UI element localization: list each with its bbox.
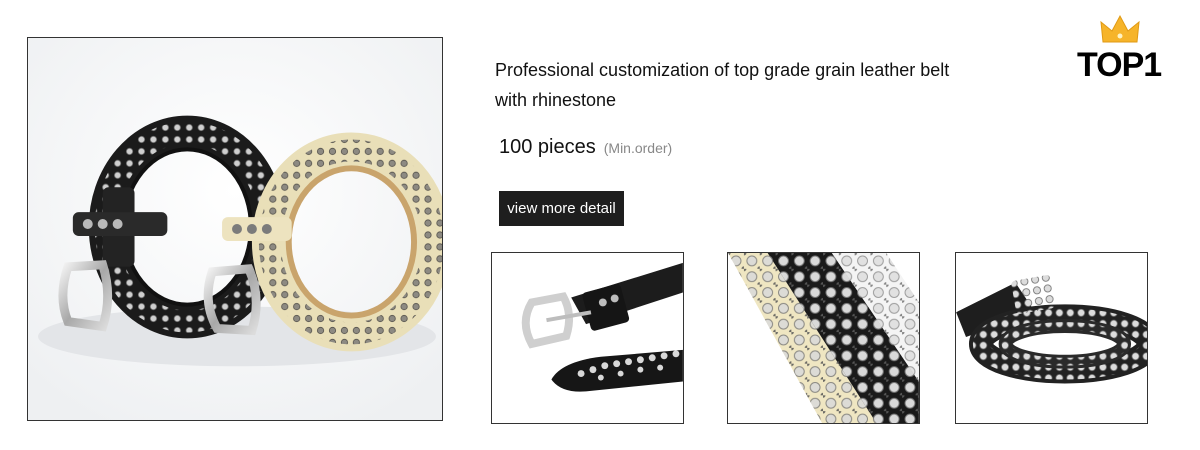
- min-order-label: (Min.order): [603, 140, 673, 156]
- product-title: Professional customization of top grade …: [495, 60, 950, 110]
- thumbnail-rolled-belt[interactable]: [955, 252, 1148, 424]
- main-product-image[interactable]: [27, 37, 443, 421]
- top1-text: TOP1: [1077, 46, 1162, 84]
- belts-illustration: [28, 38, 442, 420]
- min-order: 100 pieces (Min.order): [499, 136, 672, 159]
- product-card: Professional customization of top grade …: [0, 0, 1200, 450]
- thumbnail-buckle[interactable]: [491, 252, 684, 424]
- min-order-quantity: 100 pieces: [499, 136, 596, 158]
- thumbnail-studs-closeup[interactable]: [727, 252, 920, 424]
- crown-icon: [1100, 14, 1140, 43]
- top1-badge: TOP1: [1073, 14, 1169, 84]
- view-more-detail-button[interactable]: view more detail: [499, 191, 624, 226]
- thumb-rolled-image: [956, 253, 1147, 423]
- thumb-buckle-image: [492, 253, 683, 423]
- thumb-studs-image: [728, 253, 919, 423]
